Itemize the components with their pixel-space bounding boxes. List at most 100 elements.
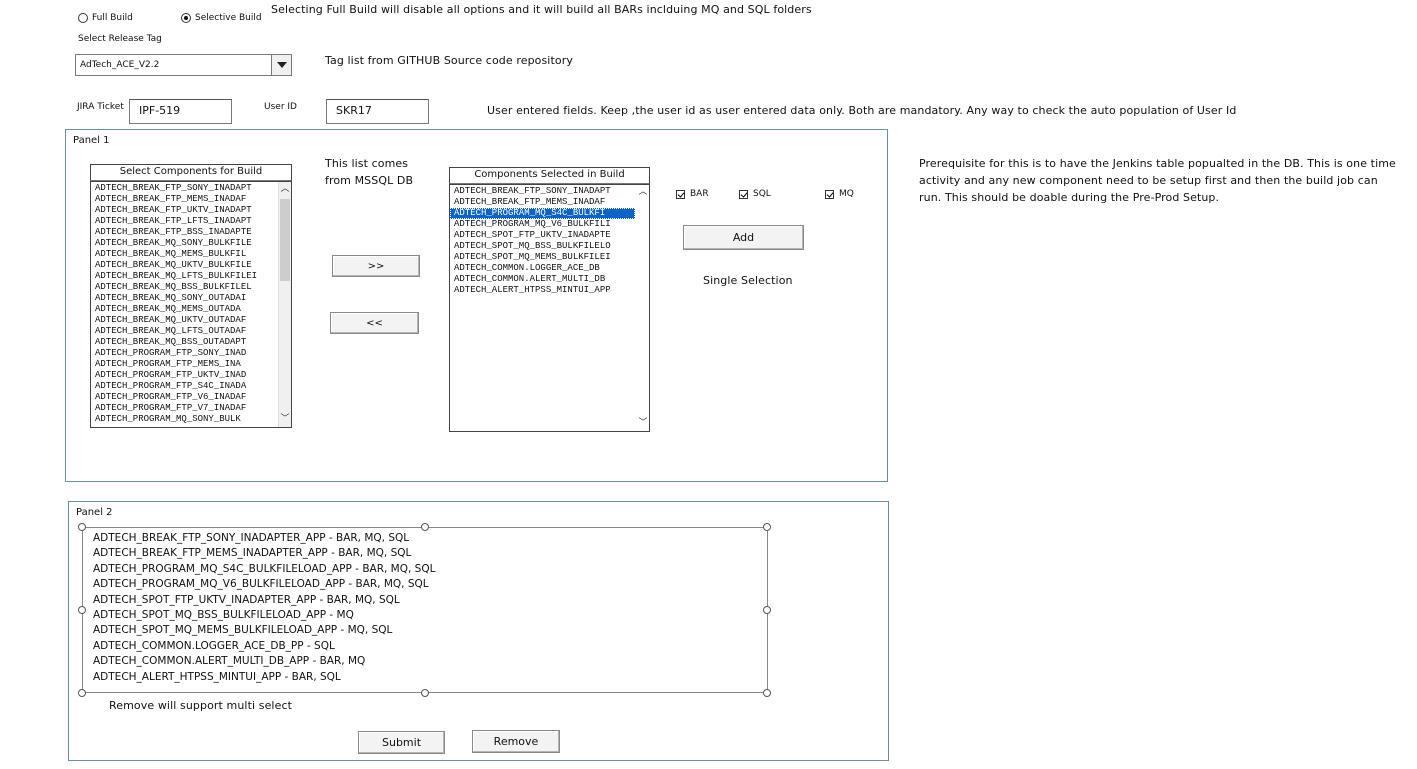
selected-component-item[interactable]: ADTECH_SPOT_FTP_UKTV_INADAPTE	[450, 230, 635, 241]
available-component-item[interactable]: ADTECH_BREAK_FTP_UKTV_INADAPT	[91, 205, 278, 216]
available-component-item[interactable]: ADTECH_BREAK_MQ_SONY_OUTADAI	[91, 293, 278, 304]
scrollbar-thumb[interactable]	[280, 199, 290, 281]
remove-multiselect-note: Remove will support multi select	[109, 699, 293, 712]
selected-component-item[interactable]: ADTECH_COMMON.LOGGER_ACE_DB	[450, 263, 635, 274]
full-build-radio[interactable]: Full Build	[78, 13, 133, 23]
bar-checkbox[interactable]: BAR	[676, 189, 709, 199]
available-component-item[interactable]: ADTECH_BREAK_MQ_UKTV_OUTADAF	[91, 315, 278, 326]
selected-list-scrollbar[interactable]: ︿ ﹀	[637, 185, 649, 431]
resize-handle-bottom-left[interactable]	[78, 689, 86, 697]
sql-checkbox[interactable]: SQL	[739, 189, 771, 199]
available-note-line-2: from MSSQL DB	[325, 174, 414, 187]
available-component-item[interactable]: ADTECH_BREAK_FTP_BSS_INADAPTE	[91, 227, 278, 238]
remove-button[interactable]: Remove	[472, 730, 560, 753]
release-tag-note: Tag list from GITHUB Source code reposit…	[325, 54, 573, 67]
selected-component-item[interactable]: ADTECH_ALERT_HTPSS_MINTUI_APP	[450, 285, 635, 296]
resize-handle-bottom-right[interactable]	[763, 689, 771, 697]
available-components-items: ADTECH_BREAK_FTP_SONY_INADAPT ADTECH_BREA…	[91, 182, 291, 425]
available-component-item[interactable]: ADTECH_BREAK_MQ_BSS_OUTADAPT	[91, 337, 278, 348]
available-component-item[interactable]: ADTECH_BREAK_MQ_MEMS_OUTADA	[91, 304, 278, 315]
selected-build-line[interactable]: ADTECH_PROGRAM_MQ_V6_BULKFILELOAD_APP - …	[93, 577, 767, 592]
available-component-item[interactable]: ADTECH_PROGRAM_FTP_V7_INADAF	[91, 403, 278, 414]
available-list-note: This list comes from MSSQL DB	[325, 155, 413, 189]
resize-handle-top-left[interactable]	[78, 523, 86, 531]
release-tag-value: AdTech_ACE_V2.2	[80, 60, 160, 70]
panel-1-title: Panel 1	[73, 135, 110, 146]
add-button[interactable]: Add	[683, 225, 804, 250]
selected-build-line[interactable]: ADTECH_SPOT_MQ_MEMS_BULKFILELOAD_APP - M…	[93, 623, 767, 638]
move-left-button[interactable]: <<	[330, 312, 419, 334]
chevron-down-icon	[276, 62, 287, 68]
jira-ticket-input[interactable]: IPF-519	[129, 99, 232, 124]
available-list-scrollbar[interactable]: ︿ ﹀	[278, 182, 291, 427]
resize-handle-top[interactable]	[421, 523, 429, 531]
selected-component-item[interactable]: ADTECH_PROGRAM_MQ_S4C_BULKFI	[450, 208, 635, 219]
available-component-item[interactable]: ADTECH_BREAK_MQ_LFTS_BULKFILEI	[91, 271, 278, 282]
bar-checkbox-box[interactable]	[676, 189, 685, 199]
selective-build-radio-indicator[interactable]	[181, 13, 191, 23]
available-components-listbox[interactable]: ADTECH_BREAK_FTP_SONY_INADAPT ADTECH_BREA…	[90, 181, 292, 428]
dropdown-arrow-button[interactable]	[271, 55, 291, 75]
selected-builds-textarea[interactable]: ADTECH_BREAK_FTP_SONY_INADAPTER_APP - BA…	[82, 527, 768, 693]
selected-component-item[interactable]: ADTECH_BREAK_FTP_SONY_INADAPT	[450, 186, 635, 197]
available-component-item[interactable]: ADTECH_PROGRAM_MQ_SONY_BULK	[91, 414, 278, 425]
selected-component-item[interactable]: ADTECH_COMMON.ALERT_MULTI_DB	[450, 274, 635, 285]
full-build-label: Full Build	[92, 13, 133, 23]
selected-build-line[interactable]: ADTECH_COMMON.LOGGER_ACE_DB_PP - SQL	[93, 639, 767, 654]
selective-build-label: Selective Build	[195, 13, 262, 23]
single-selection-note: Single Selection	[703, 274, 793, 287]
submit-button[interactable]: Submit	[358, 731, 445, 754]
resize-handle-right[interactable]	[763, 606, 771, 614]
resize-handle-left[interactable]	[78, 606, 86, 614]
release-tag-dropdown[interactable]: AdTech_ACE_V2.2	[75, 54, 292, 76]
user-id-input[interactable]: SKR17	[326, 99, 429, 124]
scroll-up-icon[interactable]: ︿	[279, 183, 291, 195]
available-component-item[interactable]: ADTECH_PROGRAM_FTP_UKTV_INAD	[91, 370, 278, 381]
selective-build-radio[interactable]: Selective Build	[181, 13, 262, 23]
selected-build-line[interactable]: ADTECH_PROGRAM_MQ_S4C_BULKFILELOAD_APP -…	[93, 562, 767, 577]
sql-checkbox-box[interactable]	[739, 189, 748, 199]
selected-components-header: Components Selected in Build	[449, 167, 650, 184]
available-component-item[interactable]: ADTECH_PROGRAM_FTP_MEMS_INA	[91, 359, 278, 370]
available-component-item[interactable]: ADTECH_BREAK_FTP_SONY_INADAPT	[91, 183, 278, 194]
available-component-item[interactable]: ADTECH_BREAK_MQ_BSS_BULKFILEL	[91, 282, 278, 293]
available-note-line-1: This list comes	[325, 157, 409, 170]
selected-components-listbox[interactable]: ADTECH_BREAK_FTP_SONY_INADAPT ADTECH_BREA…	[449, 184, 650, 432]
full-build-radio-indicator[interactable]	[78, 13, 88, 23]
scroll-down-icon[interactable]: ﹀	[637, 417, 649, 429]
selected-build-line[interactable]: ADTECH_ALERT_HTPSS_MINTUI_APP - BAR, SQL	[93, 670, 767, 685]
selected-build-line[interactable]: ADTECH_COMMON.ALERT_MULTI_DB_APP - BAR, …	[93, 654, 767, 669]
selected-build-line[interactable]: ADTECH_SPOT_FTP_UKTV_INADAPTER_APP - BAR…	[93, 593, 767, 608]
mq-checkbox-box[interactable]	[825, 189, 834, 199]
available-component-item[interactable]: ADTECH_PROGRAM_FTP_SONY_INAD	[91, 348, 278, 359]
available-component-item[interactable]: ADTECH_BREAK_MQ_UKTV_BULKFILE	[91, 260, 278, 271]
release-tag-label: Select Release Tag	[78, 34, 162, 44]
build-mode-note: Selecting Full Build will disable all op…	[271, 3, 812, 16]
available-component-item[interactable]: ADTECH_BREAK_MQ_MEMS_BULKFIL	[91, 249, 278, 260]
resize-handle-bottom[interactable]	[421, 689, 429, 697]
selected-build-line[interactable]: ADTECH_SPOT_MQ_BSS_BULKFILELOAD_APP - MQ	[93, 608, 767, 623]
scroll-up-icon[interactable]: ︿	[637, 186, 649, 198]
selected-component-item[interactable]: ADTECH_BREAK_FTP_MEMS_INADAF	[450, 197, 635, 208]
selected-build-line[interactable]: ADTECH_BREAK_FTP_SONY_INADAPTER_APP - BA…	[93, 531, 767, 546]
available-component-item[interactable]: ADTECH_PROGRAM_FTP_S4C_INADA	[91, 381, 278, 392]
scroll-down-icon[interactable]: ﹀	[279, 413, 291, 425]
selected-component-item[interactable]: ADTECH_SPOT_MQ_BSS_BULKFILELO	[450, 241, 635, 252]
user-id-label: User ID	[264, 102, 297, 112]
available-component-item[interactable]: ADTECH_BREAK_MQ_LFTS_OUTADAF	[91, 326, 278, 337]
prerequisite-note: Prerequisite for this is to have the Jen…	[919, 157, 1396, 204]
sql-checkbox-label: SQL	[753, 189, 771, 199]
available-component-item[interactable]: ADTECH_BREAK_MQ_SONY_BULKFILE	[91, 238, 278, 249]
mq-checkbox[interactable]: MQ	[825, 189, 854, 199]
resize-handle-top-right[interactable]	[763, 523, 771, 531]
bar-checkbox-label: BAR	[690, 189, 709, 199]
selected-component-item[interactable]: ADTECH_SPOT_MQ_MEMS_BULKFILEI	[450, 252, 635, 263]
available-component-item[interactable]: ADTECH_BREAK_FTP_MEMS_INADAF	[91, 194, 278, 205]
available-component-item[interactable]: ADTECH_PROGRAM_FTP_V6_INADAF	[91, 392, 278, 403]
selected-component-item[interactable]: ADTECH_PROGRAM_MQ_V6_BULKFILI	[450, 219, 635, 230]
mq-checkbox-label: MQ	[839, 189, 854, 199]
available-component-item[interactable]: ADTECH_BREAK_FTP_LFTS_INADAPT	[91, 216, 278, 227]
selected-build-line[interactable]: ADTECH_BREAK_FTP_MEMS_INADAPTER_APP - BA…	[93, 546, 767, 561]
selected-builds-lines: ADTECH_BREAK_FTP_SONY_INADAPTER_APP - BA…	[83, 528, 767, 685]
move-right-button[interactable]: >>	[332, 255, 420, 277]
